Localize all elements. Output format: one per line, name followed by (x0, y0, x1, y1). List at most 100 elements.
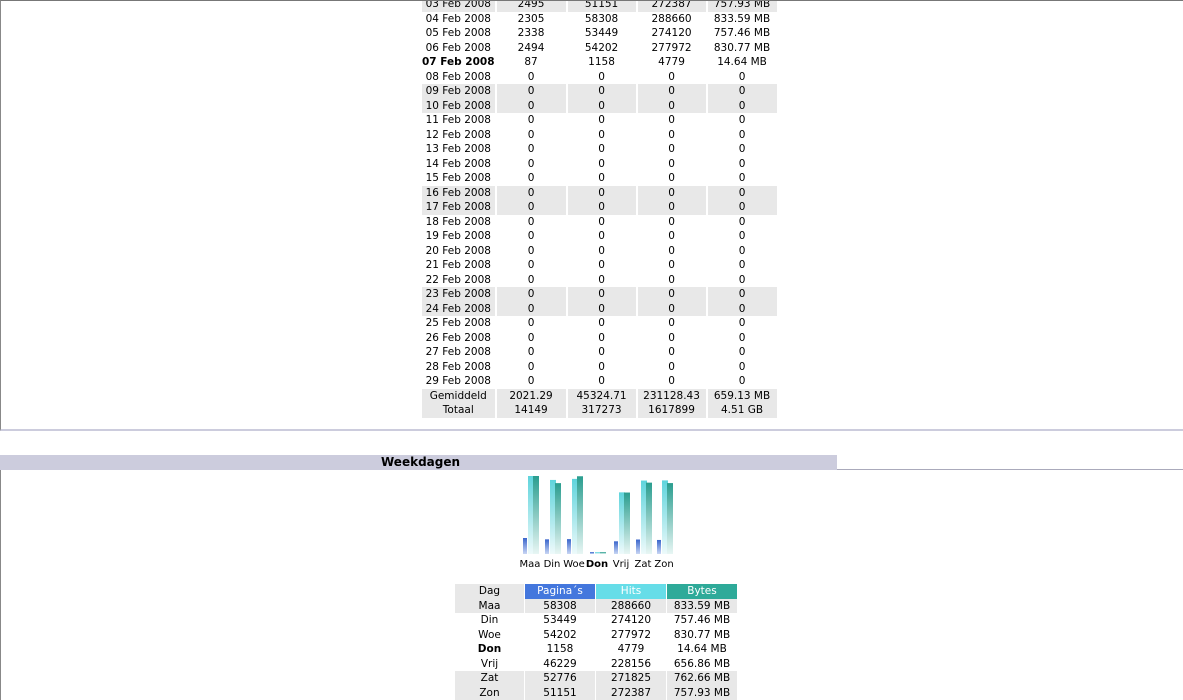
table-row: Vrij 46229 228156 656.86 MB (455, 657, 737, 672)
cell-day: Vrij (480, 657, 499, 670)
cell-bytes: 14.64 MB (677, 643, 727, 655)
cell-bytes: 0 (668, 331, 675, 344)
cell-pages: 0 (527, 114, 535, 126)
cell-hits: 288660 (596, 598, 666, 613)
cell-bytes: 274120 (651, 27, 692, 39)
cell-size: 4.51 GB (707, 403, 777, 418)
cell-size: 0 (738, 244, 746, 257)
table-row: Zat 52776 271825 762.66 MB (455, 671, 737, 686)
table-row: Totaal 14149 317273 1617899 4.51 GB (422, 403, 777, 418)
tick-label-zat: Zat (635, 559, 652, 570)
table-row: 04 Feb 2008 2305 58308 288660 833.59 MB (422, 12, 777, 27)
cell-bytes: 0 (668, 273, 675, 286)
cell-day: 27 Feb 2008 (425, 346, 491, 358)
cell-day: 26 Feb 2008 (425, 331, 491, 344)
cell-day: 21 Feb 2008 (425, 259, 491, 271)
cell-day: Zat (455, 671, 524, 686)
cell-pages: 2305 (517, 12, 545, 25)
cell-size: 0 (707, 301, 777, 316)
cell-bytes: 757.46 MB (673, 614, 731, 626)
table-row: Gemiddeld 2021.29 45324.71 231128.43 659.13 … (422, 388, 777, 403)
cell-pages: 51151 (525, 685, 595, 700)
cell-pages: 0 (527, 375, 535, 387)
table-row: 12 Feb 2008 0 0 0 0 (422, 128, 777, 143)
tick-label-woe: Woe (563, 559, 585, 570)
cell-bytes: 833.59 MB (667, 598, 737, 613)
cell-day: 28 Feb 2008 (425, 360, 491, 373)
table-row: 07 Feb 2008 87 1158 4779 14.64 MB (422, 55, 777, 70)
table-row: 27 Feb 2008 0 0 0 0 (422, 345, 777, 360)
cell-bytes: 0 (668, 317, 675, 329)
col-header-hits: Hits (596, 584, 666, 599)
cell-size: 0 (738, 157, 746, 170)
cell-hits: 277972 (610, 628, 652, 641)
cell-pages: 2494 (517, 41, 545, 54)
cell-bytes: 757.93 MB (667, 685, 737, 700)
cell-hits: 53449 (584, 27, 619, 39)
cell-bytes: 288660 (651, 12, 692, 25)
cell-pages: 0 (527, 230, 535, 242)
cell-hits: 51151 (567, 1, 636, 12)
table-row: 26 Feb 2008 0 0 0 0 (422, 331, 777, 346)
table-row: 18 Feb 2008 0 0 0 0 (422, 215, 777, 230)
cell-day: 11 Feb 2008 (425, 114, 491, 126)
cell-bytes: 0 (668, 346, 675, 358)
table-row: 15 Feb 2008 0 0 0 0 (422, 171, 777, 186)
cell-day: Din (480, 614, 499, 626)
cell-bytes: 277972 (651, 41, 692, 54)
cell-day: 10 Feb 2008 (422, 98, 495, 113)
cell-bytes: 272387 (637, 1, 706, 12)
cell-size: 0 (707, 84, 777, 99)
cell-size: 0 (738, 114, 746, 126)
bar-pages-zat (636, 539, 640, 554)
monthly-stats-panel: 03 Feb 2008 2495 51151 272387 757.93 MB 04 Fe… (0, 0, 1183, 431)
cell-pages: 52776 (525, 671, 595, 686)
cell-pages: 2021.29 (496, 388, 566, 403)
cell-pages: 0 (527, 70, 535, 83)
bar-bytes-zon (667, 483, 673, 554)
cell-size: 0 (738, 317, 746, 329)
cell-bytes: 0 (668, 157, 675, 170)
cell-size: 0 (707, 200, 777, 215)
table-row: Maa 58308 288660 833.59 MB (455, 598, 737, 613)
cell-pages: 1158 (546, 643, 574, 655)
cell-day: 07 Feb 2008 (422, 56, 495, 68)
panel-border (0, 470, 1, 700)
bar-bytes-maa (533, 476, 539, 554)
cell-bytes: 231128.43 (637, 388, 706, 403)
table-row: 08 Feb 2008 0 0 0 0 (422, 70, 777, 85)
cell-pages: 2338 (517, 27, 545, 39)
cell-size: 0 (738, 70, 746, 83)
bar-pages-maa (523, 538, 527, 554)
cell-pages: 53449 (543, 614, 577, 626)
section-divider (837, 469, 1183, 470)
cell-day: 06 Feb 2008 (425, 41, 491, 54)
cell-bytes: 0 (668, 114, 675, 126)
cell-day: Woe (478, 628, 501, 641)
cell-pages: 0 (527, 128, 535, 141)
table-row: 29 Feb 2008 0 0 0 0 (422, 374, 777, 389)
cell-day: 23 Feb 2008 (422, 287, 495, 302)
cell-hits: 0 (567, 84, 636, 99)
cell-pages: 2495 (496, 1, 566, 12)
cell-size: 0 (738, 346, 746, 358)
cell-hits: 0 (598, 215, 605, 228)
table-row: 19 Feb 2008 0 0 0 0 (422, 229, 777, 244)
weekdays-bar-chart: Maa Din Woe Don Vrij Zat Zon (520, 476, 674, 570)
table-row: 14 Feb 2008 0 0 0 0 (422, 157, 777, 172)
cell-pages: 0 (527, 317, 535, 329)
cell-bytes: 0 (668, 230, 675, 242)
cell-pages: 87 (524, 56, 538, 68)
cell-day: 12 Feb 2008 (425, 128, 491, 141)
cell-day: 05 Feb 2008 (425, 27, 491, 39)
cell-day: 24 Feb 2008 (422, 301, 495, 316)
cell-hits: 0 (567, 301, 636, 316)
cell-pages: 0 (527, 244, 535, 257)
cell-hits: 0 (598, 172, 605, 184)
cell-hits: 0 (598, 244, 605, 257)
cell-day: Don (477, 643, 502, 655)
cell-size: 833.59 MB (713, 12, 771, 25)
cell-hits: 317273 (567, 403, 636, 418)
cell-bytes: 0 (668, 143, 675, 155)
cell-bytes: 0 (668, 215, 675, 228)
